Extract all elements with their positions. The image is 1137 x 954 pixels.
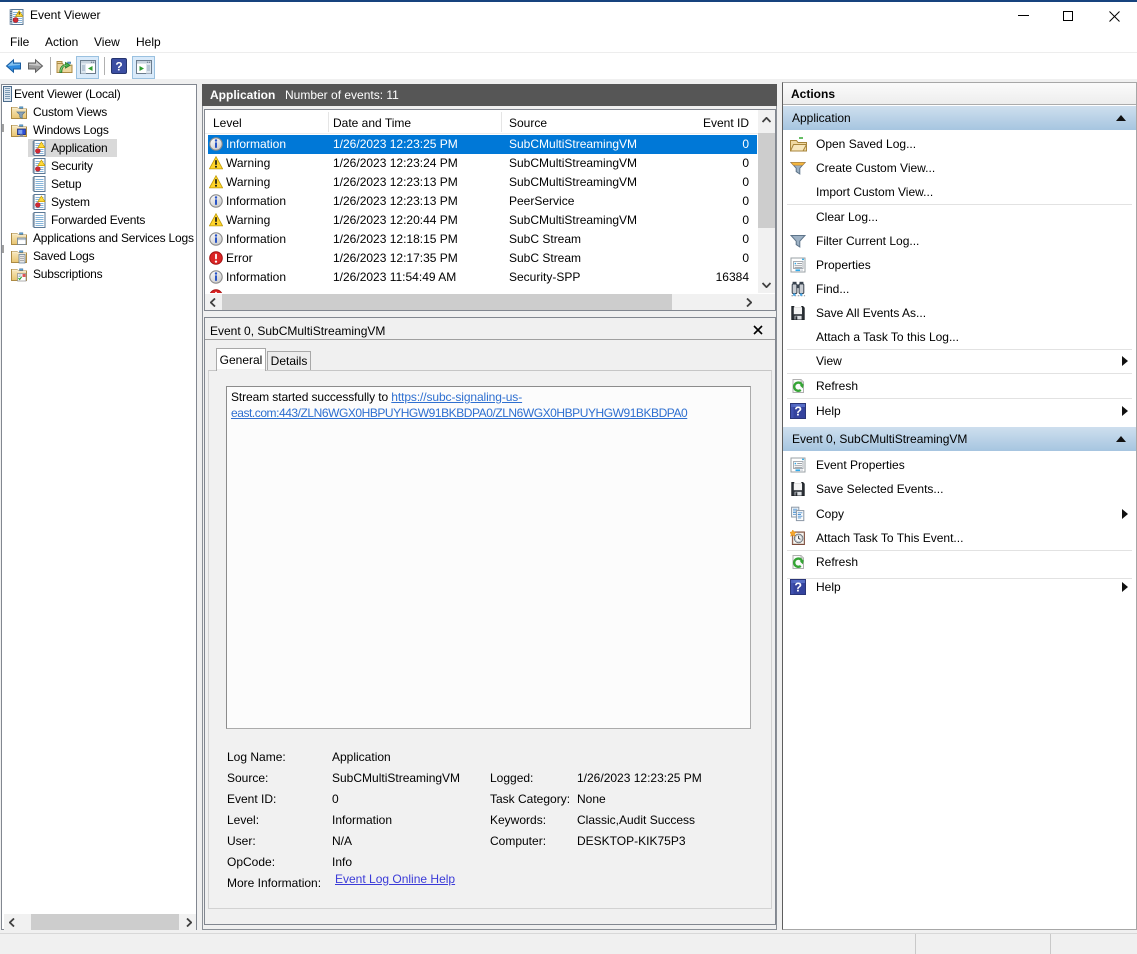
- svg-text:?: ?: [115, 60, 122, 74]
